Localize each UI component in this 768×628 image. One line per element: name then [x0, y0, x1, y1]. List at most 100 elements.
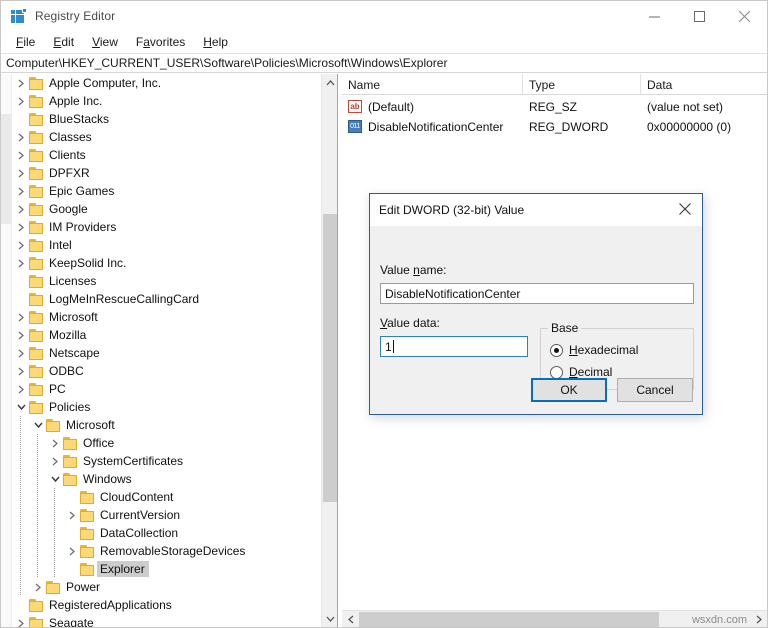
tree-item[interactable]: ODBC [13, 362, 321, 380]
tree-item[interactable]: RegisteredApplications [13, 596, 321, 614]
tree-scroll-thumb[interactable] [323, 214, 337, 502]
tree-item-label: Apple Computer, Inc. [49, 76, 162, 90]
tree-item[interactable]: BlueStacks [13, 110, 321, 128]
chevron-right-icon[interactable] [13, 92, 29, 110]
value-row[interactable]: 011 DisableNotificationCenter REG_DWORD 0x0… [342, 117, 767, 136]
menu-file[interactable]: File [7, 33, 44, 51]
tree-item[interactable]: Mozilla [13, 326, 321, 344]
column-header-type[interactable]: Type [523, 74, 641, 95]
menu-favorites[interactable]: Favorites [127, 33, 194, 51]
chevron-right-icon[interactable] [13, 182, 29, 200]
tree-item[interactable]: Netscape [13, 344, 321, 362]
chevron-right-icon[interactable] [64, 506, 80, 524]
tree-item[interactable]: PC [13, 380, 321, 398]
tree-item[interactable]: Power [13, 578, 321, 596]
value-name-input[interactable]: DisableNotificationCenter [380, 283, 694, 304]
chevron-right-icon[interactable] [47, 434, 63, 452]
tree-item[interactable]: DPFXR [13, 164, 321, 182]
tree-item[interactable]: Windows [13, 470, 321, 488]
value-name-text: DisableNotificationCenter [368, 119, 504, 134]
tree-item[interactable]: DataCollection [13, 524, 321, 542]
tree-outer-scrollbar[interactable] [1, 74, 12, 627]
chevron-right-icon[interactable] [13, 146, 29, 164]
tree-item[interactable]: Seagate [13, 614, 321, 627]
chevron-right-icon[interactable] [13, 254, 29, 272]
chevron-right-icon[interactable] [13, 344, 29, 362]
tree-leaf-spacer [13, 596, 29, 614]
cancel-button[interactable]: Cancel [617, 378, 693, 402]
chevron-right-icon[interactable] [13, 128, 29, 146]
menu-edit[interactable]: Edit [44, 33, 83, 51]
edit-dword-dialog: Edit DWORD (32-bit) Value Value name: Di… [369, 193, 703, 415]
scroll-up-icon[interactable] [322, 74, 337, 91]
tree-outer-scroll-thumb[interactable] [1, 114, 12, 224]
chevron-right-icon[interactable] [13, 74, 29, 92]
tree-item[interactable]: Clients [13, 146, 321, 164]
chevron-down-icon[interactable] [30, 416, 46, 434]
tree-item[interactable]: LogMeInRescueCallingCard [13, 290, 321, 308]
chevron-right-icon[interactable] [13, 218, 29, 236]
tree-item[interactable]: CloudContent [13, 488, 321, 506]
tree-scrollbar[interactable] [321, 74, 337, 627]
scroll-down-icon[interactable] [322, 610, 337, 627]
chevron-right-icon[interactable] [13, 380, 29, 398]
tree-item[interactable]: Explorer [13, 560, 321, 578]
folder-icon [29, 238, 44, 252]
tree-item[interactable]: Google [13, 200, 321, 218]
chevron-right-icon[interactable] [13, 614, 29, 627]
folder-icon [29, 616, 44, 627]
value-data-input[interactable]: 1 [380, 336, 528, 357]
chevron-right-icon[interactable] [64, 542, 80, 560]
pane-splitter[interactable] [337, 74, 341, 627]
tree-item[interactable]: Policies [13, 398, 321, 416]
menu-bar: File Edit View Favorites Help [1, 31, 767, 53]
tree-item[interactable]: KeepSolid Inc. [13, 254, 321, 272]
chevron-right-icon[interactable] [13, 308, 29, 326]
column-header-data[interactable]: Data [641, 74, 767, 95]
tree-item[interactable]: Classes [13, 128, 321, 146]
chevron-down-icon[interactable] [47, 470, 63, 488]
ok-button[interactable]: OK [531, 378, 607, 402]
tree-item[interactable]: Microsoft [13, 416, 321, 434]
value-row[interactable]: ab (Default) REG_SZ (value not set) [342, 97, 767, 116]
tree-item[interactable]: RemovableStorageDevices [13, 542, 321, 560]
scroll-right-icon[interactable] [750, 611, 767, 628]
maximize-icon[interactable] [677, 1, 722, 31]
menu-view[interactable]: View [83, 33, 127, 51]
close-icon[interactable] [722, 1, 767, 31]
address-bar[interactable]: Computer\HKEY_CURRENT_USER\Software\Poli… [1, 53, 767, 73]
dialog-title-bar: Edit DWORD (32-bit) Value [370, 194, 702, 226]
tree-leaf-spacer [13, 290, 29, 308]
tree-item[interactable]: CurrentVersion [13, 506, 321, 524]
hscroll-thumb[interactable] [359, 611, 659, 627]
registry-tree[interactable]: Apple Computer, Inc. Apple Inc. BlueStacks… [13, 74, 321, 627]
radio-decimal[interactable]: Decimal [550, 365, 612, 379]
chevron-right-icon[interactable] [13, 164, 29, 182]
value-name-cell: ab (Default) [348, 97, 414, 116]
tree-item[interactable]: Office [13, 434, 321, 452]
chevron-right-icon[interactable] [13, 362, 29, 380]
dialog-close-icon[interactable] [668, 194, 702, 224]
tree-item[interactable]: Intel [13, 236, 321, 254]
chevron-right-icon[interactable] [30, 578, 46, 596]
tree-item[interactable]: IM Providers [13, 218, 321, 236]
chevron-right-icon[interactable] [13, 326, 29, 344]
tree-item[interactable]: Apple Computer, Inc. [13, 74, 321, 92]
menu-help[interactable]: Help [194, 33, 237, 51]
chevron-right-icon[interactable] [47, 452, 63, 470]
tree-item[interactable]: Microsoft [13, 308, 321, 326]
column-header-name[interactable]: Name [342, 74, 523, 95]
values-horizontal-scrollbar[interactable]: wsxdn.com [342, 610, 767, 627]
value-data-text: 1 [385, 339, 392, 354]
tree-item[interactable]: Epic Games [13, 182, 321, 200]
chevron-right-icon[interactable] [13, 200, 29, 218]
minimize-icon[interactable] [632, 1, 677, 31]
tree-item[interactable]: Apple Inc. [13, 92, 321, 110]
tree-item[interactable]: SystemCertificates [13, 452, 321, 470]
chevron-right-icon[interactable] [13, 236, 29, 254]
tree-item[interactable]: Licenses [13, 272, 321, 290]
tree-item-label: Apple Inc. [49, 94, 103, 108]
radio-hexadecimal[interactable]: Hexadecimal [550, 343, 638, 357]
scroll-left-icon[interactable] [342, 611, 359, 628]
chevron-down-icon[interactable] [13, 398, 29, 416]
